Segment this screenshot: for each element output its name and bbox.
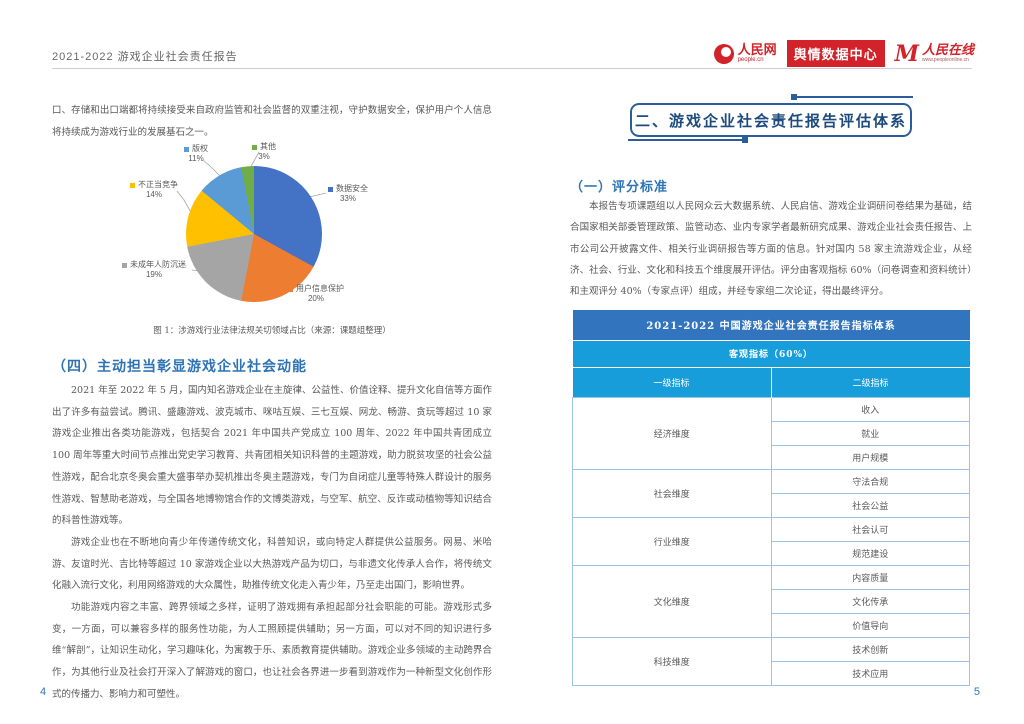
pie-label-minor-protection: 未成年人防沉迷 19%: [122, 260, 186, 280]
right-section-heading: （一）评分标准: [570, 176, 668, 195]
header-logos: 人民网 people.cn 舆情数据中心 M 人民在线 www.peopleon…: [714, 40, 974, 67]
banner-decor-line-top: [793, 96, 913, 98]
people-cn-wordmark: 人民网: [738, 44, 777, 57]
legend-swatch-icon: [184, 147, 189, 152]
table-level1-cell: 社会维度: [573, 469, 772, 517]
yuqing-data-center-badge: 舆情数据中心: [787, 40, 885, 67]
table-level2-cell: 就业: [771, 421, 970, 445]
pie-chart: 数据安全 33% 用户信息保护 20% 未成年人防沉迷 19% 不正当竞争 14…: [100, 138, 445, 328]
pie-label-text: 用户信息保护: [296, 284, 344, 294]
table-level2-cell: 社会公益: [771, 493, 970, 517]
report-header-title: 2021-2022 游戏企业社会责任报告: [52, 48, 238, 64]
paragraph: 游戏企业也在不断地向青少年传递传统文化，科普知识，或向特定人群提供公益服务。网易…: [52, 532, 492, 597]
pie-label-user-info: 用户信息保护 20%: [288, 284, 344, 304]
table-level2-cell: 用户规模: [771, 445, 970, 469]
indicator-table: 2021-2022 中国游戏企业社会责任报告指标体系 客观指标（60%） 一级指…: [572, 310, 970, 686]
table-col-header-level2: 二级指标: [771, 367, 970, 397]
pie-label-data-security: 数据安全 33%: [328, 184, 368, 204]
legend-swatch-icon: [252, 145, 257, 150]
figure-caption: 图 1：涉游戏行业法律法规关切领域占比（来源：课题组整理）: [52, 324, 492, 336]
table-level2-cell: 内容质量: [771, 565, 970, 589]
banner-title: 二、游戏企业社会责任报告评估体系: [635, 110, 907, 131]
pie-label-copyright: 版权 11%: [184, 144, 208, 164]
left-body-text: 2021 年至 2022 年 5 月，国内知名游戏企业在主旋律、公益性、价值诠释…: [52, 380, 492, 706]
people-online-logo: M 人民在线 www.peopleonline.cn: [895, 43, 974, 65]
pie-label-text: 未成年人防沉迷: [130, 260, 186, 270]
pie-label-pct: 33%: [340, 194, 356, 204]
legend-swatch-icon: [130, 183, 135, 188]
table-level2-cell: 社会认可: [771, 517, 970, 541]
pie: [186, 166, 322, 302]
pie-label-text: 其他: [260, 142, 276, 152]
table-level1-cell: 文化维度: [573, 565, 772, 637]
people-online-wordmark: 人民在线: [922, 44, 974, 58]
banner-decor-line-bottom: [628, 139, 746, 141]
table-level2-cell: 技术应用: [771, 661, 970, 685]
table-level2-cell: 守法合规: [771, 469, 970, 493]
people-online-url: www.peopleonline.cn: [922, 58, 974, 64]
page-number-left: 4: [40, 686, 46, 698]
table-level1-cell: 经济维度: [573, 397, 772, 469]
page-number-right: 5: [974, 686, 980, 698]
pie-label-pct: 14%: [146, 190, 162, 200]
table-level2-cell: 价值导向: [771, 613, 970, 637]
pie-label-unfair-competition: 不正当竞争 14%: [130, 180, 178, 200]
table-level1-cell: 科技维度: [573, 637, 772, 685]
pie-label-pct: 11%: [188, 154, 203, 164]
left-section-heading: （四）主动担当彰显游戏企业社会动能: [52, 356, 307, 376]
table-level2-cell: 收入: [771, 397, 970, 421]
legend-swatch-icon: [288, 287, 293, 292]
paragraph: 功能游戏内容之丰富、跨界领域之多样，证明了游戏拥有承担起部分社会职能的可能。游戏…: [52, 597, 492, 706]
table-col-header-level1: 一级指标: [573, 367, 772, 397]
section-banner: 二、游戏企业社会责任报告评估体系: [630, 103, 912, 137]
pie-label-other: 其他 3%: [252, 142, 276, 162]
right-paragraph: 本报告专项课题组以人民网众云大数据系统、人民启信、游戏企业调研问卷结果为基础，结…: [570, 196, 972, 302]
table-level2-cell: 规范建设: [771, 541, 970, 565]
people-cn-swirl-icon: [714, 44, 734, 64]
pie-label-text: 不正当竞争: [138, 180, 178, 190]
people-cn-logo: 人民网 people.cn: [714, 44, 777, 64]
table-level2-cell: 文化传承: [771, 589, 970, 613]
pie-label-pct: 19%: [146, 270, 162, 280]
table-subtitle: 客观指标（60%）: [573, 340, 970, 367]
pie-label-pct: 20%: [308, 294, 324, 304]
paragraph: 2021 年至 2022 年 5 月，国内知名游戏企业在主旋律、公益性、价值诠释…: [52, 380, 492, 532]
pie-label-text: 版权: [192, 144, 208, 154]
pie-label-text: 数据安全: [336, 184, 368, 194]
people-online-m-icon: M: [895, 43, 919, 65]
legend-swatch-icon: [122, 263, 127, 268]
header-divider: [52, 68, 972, 69]
table-level1-cell: 行业维度: [573, 517, 772, 565]
table-level2-cell: 技术创新: [771, 637, 970, 661]
people-cn-url: people.cn: [738, 57, 777, 63]
table-title: 2021-2022 中国游戏企业社会责任报告指标体系: [573, 310, 970, 340]
pie-label-pct: 3%: [258, 152, 270, 162]
legend-swatch-icon: [328, 187, 333, 192]
table-body: 经济维度收入就业用户规模社会维度守法合规社会公益行业维度社会认可规范建设文化维度…: [573, 397, 970, 685]
